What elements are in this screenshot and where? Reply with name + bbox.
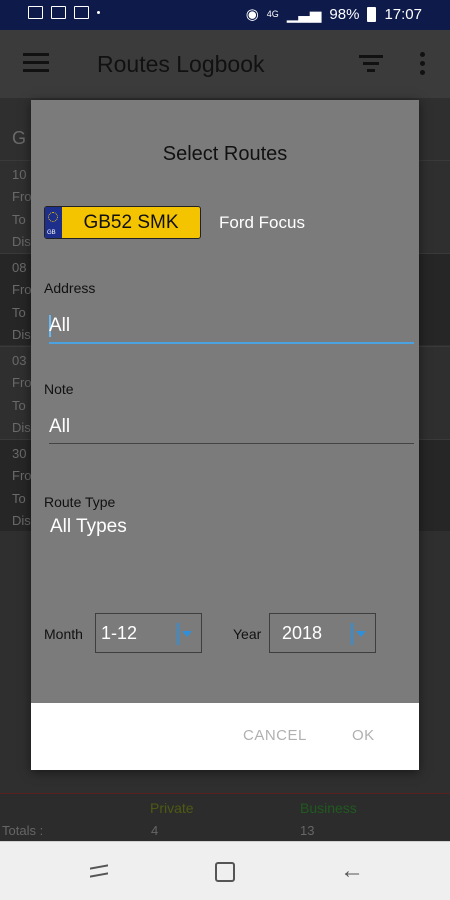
cancel-button[interactable]: CANCEL [243, 727, 307, 744]
dialog-actions: CANCEL OK [31, 703, 419, 770]
app-bar: Routes Logbook [0, 30, 450, 98]
route-from: Fro [12, 282, 32, 297]
signal-icon: ▁▃▅ [286, 6, 322, 23]
clock: 17:07 [384, 5, 422, 23]
route-from: Fro [12, 189, 32, 204]
route-date: 03 [12, 353, 27, 368]
status-bar: ◉ 4G ▁▃▅ 98% 17:07 [0, 0, 450, 30]
back-icon[interactable]: ← [340, 859, 364, 883]
address-underline [49, 342, 414, 344]
route-type-label: Route Type [44, 494, 116, 510]
status-left-icons [28, 6, 100, 19]
totals-label: Totals : [2, 823, 44, 838]
private-header: Private [150, 800, 194, 816]
route-from: Fro [12, 468, 32, 483]
route-date: 10 [12, 167, 27, 182]
location-icon: ◉ [245, 6, 259, 23]
totals-bar: Private Business Totals : 4 13 [0, 793, 450, 841]
plate-region: GB [47, 230, 56, 236]
filter-icon[interactable] [359, 55, 383, 73]
route-to: To [12, 212, 26, 227]
battery-icon [367, 6, 377, 22]
route-from: Fro [12, 375, 32, 390]
address-field[interactable]: All [49, 315, 70, 337]
battery-percent: 98% [329, 5, 360, 23]
ok-button[interactable]: OK [352, 727, 375, 744]
business-total: 13 [300, 823, 315, 838]
route-distance: Dis [12, 513, 31, 528]
route-date: 08 [12, 260, 27, 275]
select-routes-dialog: Select Routes GB GB52 SMK Ford Focus Add… [31, 100, 419, 770]
calendar-icon [74, 6, 89, 19]
route-distance: Dis [12, 327, 31, 342]
year-label: Year [233, 626, 262, 642]
dialog-title: Select Routes [162, 143, 288, 165]
dropdown-icon [351, 623, 367, 645]
app-title: Routes Logbook [97, 51, 265, 77]
month-spinner[interactable]: 1-12 [95, 613, 202, 653]
dropdown-icon [177, 623, 193, 645]
year-spinner[interactable]: 2018 [269, 613, 376, 653]
route-to: To [12, 491, 26, 506]
recent-apps-icon[interactable] [88, 860, 110, 882]
route-to: To [12, 398, 26, 413]
navigation-bar: ← [0, 841, 450, 900]
address-label: Address [44, 280, 96, 296]
gallery-icon [28, 6, 43, 19]
business-header: Business [300, 800, 357, 816]
license-plate[interactable]: GB GB52 SMK [44, 206, 201, 239]
note-label: Note [44, 381, 74, 397]
list-header: G [12, 128, 27, 148]
month-value: 1-12 [101, 623, 138, 643]
month-label: Month [44, 626, 83, 642]
folder-icon [51, 6, 66, 19]
eu-flag-icon: GB [45, 207, 62, 238]
more-vert-icon[interactable] [420, 52, 426, 79]
route-date: 30 [12, 446, 27, 461]
year-value: 2018 [282, 623, 323, 643]
status-right-icons: ◉ 4G ▁▃▅ 98% 17:07 [245, 5, 422, 24]
dot-icon [97, 11, 100, 14]
private-total: 4 [151, 823, 159, 838]
route-distance: Dis [12, 234, 31, 249]
note-underline [49, 443, 414, 444]
route-type-select[interactable]: All Types [50, 516, 127, 538]
network-type: 4G [266, 9, 279, 19]
menu-icon[interactable] [23, 53, 49, 73]
note-field[interactable]: All [49, 416, 70, 438]
vehicle-name: Ford Focus [219, 213, 305, 232]
route-distance: Dis [12, 420, 31, 435]
plate-number: GB52 SMK [83, 212, 179, 233]
route-to: To [12, 305, 26, 320]
home-icon[interactable] [215, 862, 235, 882]
